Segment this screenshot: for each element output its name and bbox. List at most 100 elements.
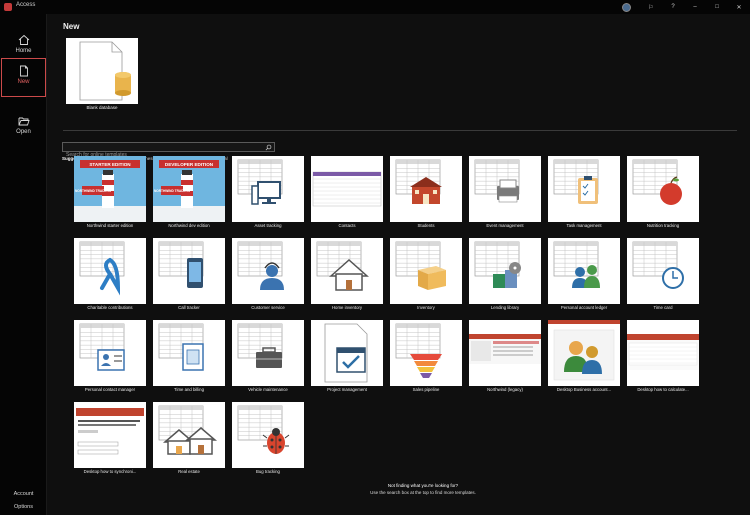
folder-open-icon — [18, 117, 30, 126]
contacts-template-icon — [311, 156, 383, 222]
pipeline-template-icon — [395, 323, 442, 378]
template-label: Contacts — [338, 223, 356, 228]
template-tile[interactable]: DEVELOPER EDITION NORTHWIND TRADERS — [153, 156, 225, 222]
template-tile[interactable] — [74, 238, 146, 304]
template-tile[interactable] — [153, 402, 225, 468]
footer-message: Not finding what you're looking for? Use… — [298, 482, 548, 496]
lending-template-icon — [474, 241, 521, 288]
template-tile[interactable] — [548, 320, 620, 386]
template-label: Lending library — [490, 305, 520, 310]
home-template-icon — [316, 241, 369, 291]
template-tile[interactable] — [74, 402, 146, 468]
template-label: Desktop Business account... — [556, 387, 612, 392]
template-label: Asset tracking — [254, 223, 282, 228]
template-label: Customer service — [251, 305, 285, 310]
project-template-icon — [311, 320, 383, 386]
task-template-icon — [553, 159, 599, 204]
inventory-template-icon — [395, 241, 446, 290]
charity-template-icon — [79, 241, 125, 296]
feedback-icon[interactable]: ⚐ — [640, 4, 662, 11]
sync-template-icon — [74, 402, 146, 468]
template-tile[interactable] — [469, 320, 541, 386]
template-tile[interactable] — [627, 238, 699, 304]
template-tile[interactable] — [153, 320, 225, 386]
template-tile[interactable] — [232, 320, 304, 386]
help-icon[interactable]: ? — [662, 4, 684, 10]
asset-template-icon — [237, 159, 283, 205]
template-label: Time card — [653, 305, 673, 310]
template-tile[interactable] — [311, 156, 383, 222]
template-label: Call tracker — [178, 305, 200, 310]
nav-account[interactable]: Account — [0, 491, 47, 497]
developer-template-icon: DEVELOPER EDITION NORTHWIND TRADERS — [153, 156, 225, 222]
divider — [63, 130, 737, 131]
template-tile[interactable] — [390, 238, 462, 304]
event-template-icon — [474, 159, 520, 203]
template-tile[interactable] — [548, 156, 620, 222]
nav-options[interactable]: Options — [0, 504, 47, 510]
svg-text:STARTER EDITION: STARTER EDITION — [89, 162, 131, 167]
blank-database-label: Blank database — [86, 105, 118, 110]
service-template-icon — [237, 241, 284, 290]
home-icon — [18, 34, 29, 45]
template-tile[interactable] — [153, 238, 225, 304]
bug-template-icon — [237, 405, 290, 454]
template-label: Northwind (legacy) — [487, 387, 523, 392]
new-document-icon — [19, 65, 28, 77]
calc-template-icon — [627, 320, 699, 386]
template-tile[interactable] — [232, 238, 304, 304]
nav-open-label: Open — [16, 129, 31, 135]
template-label: Charitable contributions — [87, 305, 133, 310]
template-tile[interactable] — [469, 156, 541, 222]
minimize-button[interactable]: – — [684, 4, 706, 10]
svg-text:NORTHWIND TRADERS: NORTHWIND TRADERS — [154, 189, 190, 193]
template-label: Desktop how to calculate... — [637, 387, 689, 392]
new-pane: New Blank database Suggested searches: D… — [48, 14, 750, 515]
window-title: Access — [16, 2, 36, 8]
timecard-template-icon — [632, 241, 684, 289]
nav-home-label: Home — [15, 48, 32, 54]
nav-open[interactable]: Open — [0, 109, 47, 146]
template-tile[interactable]: STARTER EDITION NORTHWIND TRADERS — [74, 156, 146, 222]
backstage-sidebar: Home New Open Account Options — [0, 14, 47, 515]
template-tile[interactable] — [232, 156, 304, 222]
northwind-template-icon — [469, 320, 541, 386]
template-label: Real estate — [178, 469, 200, 474]
template-tile[interactable] — [469, 238, 541, 304]
access-logo-icon — [4, 3, 12, 11]
close-button[interactable]: ✕ — [728, 4, 750, 11]
template-label: Home inventory — [331, 305, 363, 310]
students-template-icon — [395, 159, 442, 204]
search-icon[interactable] — [265, 144, 272, 151]
blank-database-tile[interactable] — [66, 38, 138, 104]
template-tile[interactable] — [232, 402, 304, 468]
template-tile[interactable] — [311, 320, 383, 386]
template-tile[interactable] — [390, 156, 462, 222]
template-search — [62, 142, 275, 159]
template-label: Northwind dev edition — [168, 223, 210, 228]
contactmgr-template-icon — [79, 323, 125, 371]
billing-template-icon — [158, 323, 204, 371]
ledger-template-icon — [553, 241, 600, 288]
template-label: Project management — [327, 387, 367, 392]
template-label: Students — [417, 223, 435, 228]
template-tile[interactable] — [548, 238, 620, 304]
user-avatar[interactable] — [622, 2, 631, 12]
nutrition-template-icon — [632, 159, 682, 205]
template-label: Nutrition tracking — [646, 223, 680, 228]
nav-new[interactable]: New — [1, 58, 46, 97]
template-tile[interactable] — [390, 320, 462, 386]
template-label: Time and billing — [174, 387, 204, 392]
template-label: Personal contact manager — [84, 387, 136, 392]
template-tile[interactable] — [627, 156, 699, 222]
template-tile[interactable] — [311, 238, 383, 304]
footer-line-2: Use the search box at the top to find mo… — [370, 490, 476, 495]
svg-text:NORTHWIND TRADERS: NORTHWIND TRADERS — [75, 189, 111, 193]
footer-line-1: Not finding what you're looking for? — [387, 483, 459, 488]
maximize-button[interactable]: □ — [706, 4, 728, 10]
template-tile[interactable] — [627, 320, 699, 386]
template-label: Desktop how to synchroni... — [83, 469, 137, 474]
template-label: Northwind starter edition — [86, 223, 134, 228]
template-tile[interactable] — [74, 320, 146, 386]
title-bar: Access ⚐ ? – □ ✕ — [0, 0, 750, 14]
